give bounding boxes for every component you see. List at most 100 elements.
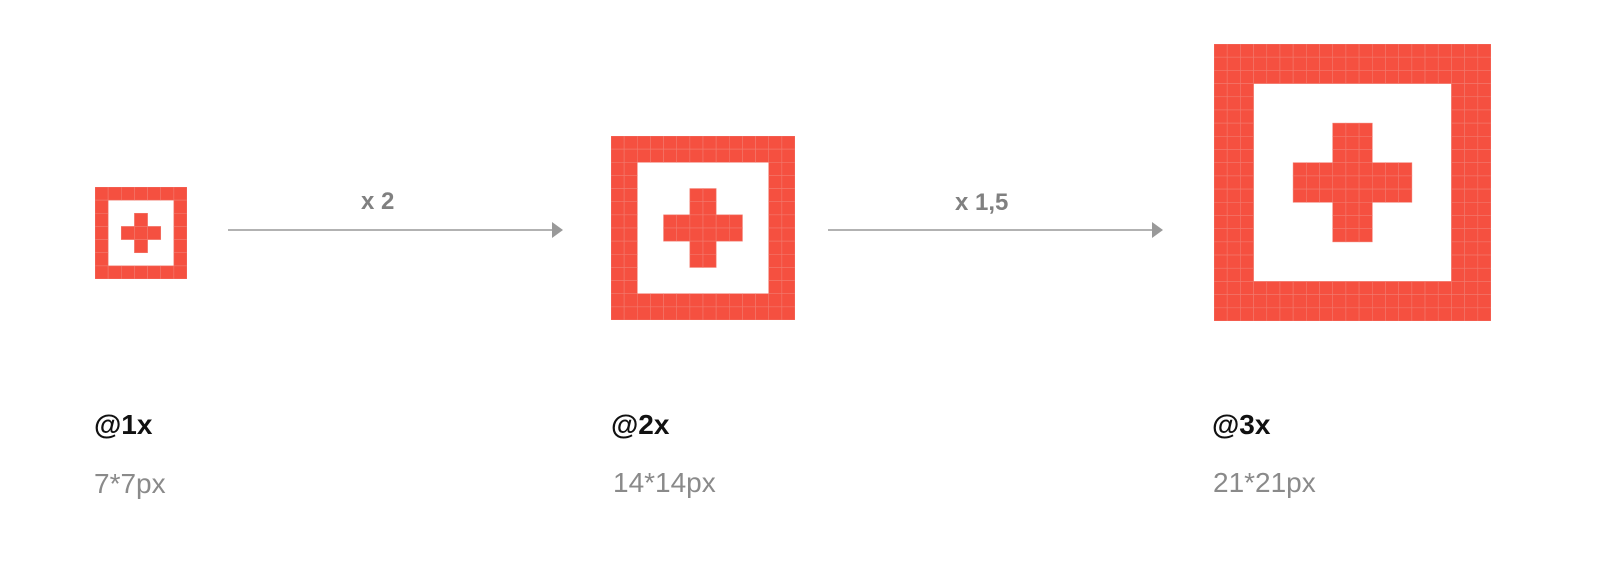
pixel-cell [1214,294,1228,309]
pixel-cell [768,267,783,281]
pixel-cell [1464,175,1479,190]
pixel-cell [1240,44,1254,58]
pixel-cell [1345,175,1360,190]
pixel-cell [1226,56,1241,71]
pixel-cell [1319,175,1334,190]
pixel-cell [1214,70,1228,84]
pixel-cell [1477,149,1491,164]
pixel-cell [1345,228,1360,243]
pixel-cell [611,280,625,295]
pixel-cell [1253,56,1268,71]
pixel-cell [1345,162,1360,177]
pixel-cell [1226,254,1241,269]
pixel-cell [173,239,187,254]
pixel-cell [1319,70,1334,84]
pixel-cell [1385,56,1399,71]
pixel-cell [1226,201,1241,216]
pixel-cell [1358,281,1373,295]
pixel-cell [1477,188,1491,203]
pixel-cell [1398,294,1413,309]
pixel-cell [611,188,625,203]
arrow-right-icon [828,222,1163,238]
pixel-cell [1214,188,1228,203]
pixel-cell [173,187,187,201]
pixel-cell [1214,149,1228,164]
pixel-cell [1226,96,1241,111]
pixel-cell [1464,56,1479,71]
pixel-cell [160,187,175,201]
pixel-cell [1385,44,1399,58]
pixel-cell [611,227,625,242]
pixel-cell [1464,149,1479,164]
pixel-cell [768,201,783,216]
pixel-cell [1345,307,1360,321]
pixel-cell [1477,136,1491,150]
pixel-cell [147,187,162,201]
pixel-cell [742,136,756,150]
pixel-cell [1240,70,1254,84]
pixel-cell [1332,162,1347,177]
pixel-cell [1240,122,1254,137]
pixel-cell [1451,122,1465,137]
pixel-cell [1345,149,1360,164]
arrow-label-x1-5: x 1,5 [955,189,1009,216]
pixel-cell [1266,307,1281,321]
pixel-cell [623,175,638,189]
pixel-cell [1464,267,1479,282]
pixel-cell [768,306,783,320]
pixel-cell [636,306,651,320]
pixel-cell [1266,294,1281,309]
pixel-cell [768,293,783,308]
pixel-cell [1214,281,1228,295]
pixel-cell [755,148,770,163]
pixel-cell [1279,70,1294,84]
pixel-cell [689,148,704,163]
pixel-cell [1253,44,1268,58]
pixel-cell [702,214,717,229]
pixel-cell [1214,175,1228,190]
pixel-cell [1477,241,1491,256]
pixel-cell [95,212,109,227]
pixel-cell [676,306,691,320]
pixel-cell [1345,281,1360,295]
pixel-cell [1437,44,1452,58]
pixel-cell [1371,70,1386,84]
pixel-cell [1214,136,1228,150]
plus-icon-3x [1214,44,1491,321]
pixel-cell [1266,70,1281,84]
pixel-cell [1292,44,1307,58]
pixel-cell [768,175,783,189]
pixel-cell [1464,96,1479,111]
pixel-cell [1214,201,1228,216]
pixel-cell [1358,162,1373,177]
pixel-cell [1398,70,1413,84]
pixel-cell [689,253,704,268]
pixel-cell [1292,281,1307,295]
pixel-cell [1319,307,1334,321]
pixel-cell [1240,281,1254,295]
pixel-cell [1332,228,1347,243]
pixel-cell [1385,70,1399,84]
pixel-cell [702,240,717,255]
pixel-cell [623,148,638,163]
pixel-cell [1477,215,1491,229]
pixel-cell [1332,307,1347,321]
size-label-2x: 14*14px [613,467,716,498]
pixel-cell [1358,307,1373,321]
pixel-cell [1477,56,1491,71]
pixel-cell [1240,175,1254,190]
pixel-cell [1358,70,1373,84]
pixel-cell [623,161,638,176]
pixel-cell [1477,70,1491,84]
pixel-cell [689,293,704,308]
pixel-cell [715,136,730,150]
pixel-cell [1240,307,1254,321]
pixel-cell [1240,215,1254,229]
pixel-cell [1226,241,1241,256]
pixel-cell [1451,175,1465,190]
pixel-cell [781,306,795,320]
pixel-cell [1214,215,1228,229]
pixel-cell [1214,122,1228,137]
pixel-cell [728,214,743,229]
pixel-cell [768,253,783,268]
